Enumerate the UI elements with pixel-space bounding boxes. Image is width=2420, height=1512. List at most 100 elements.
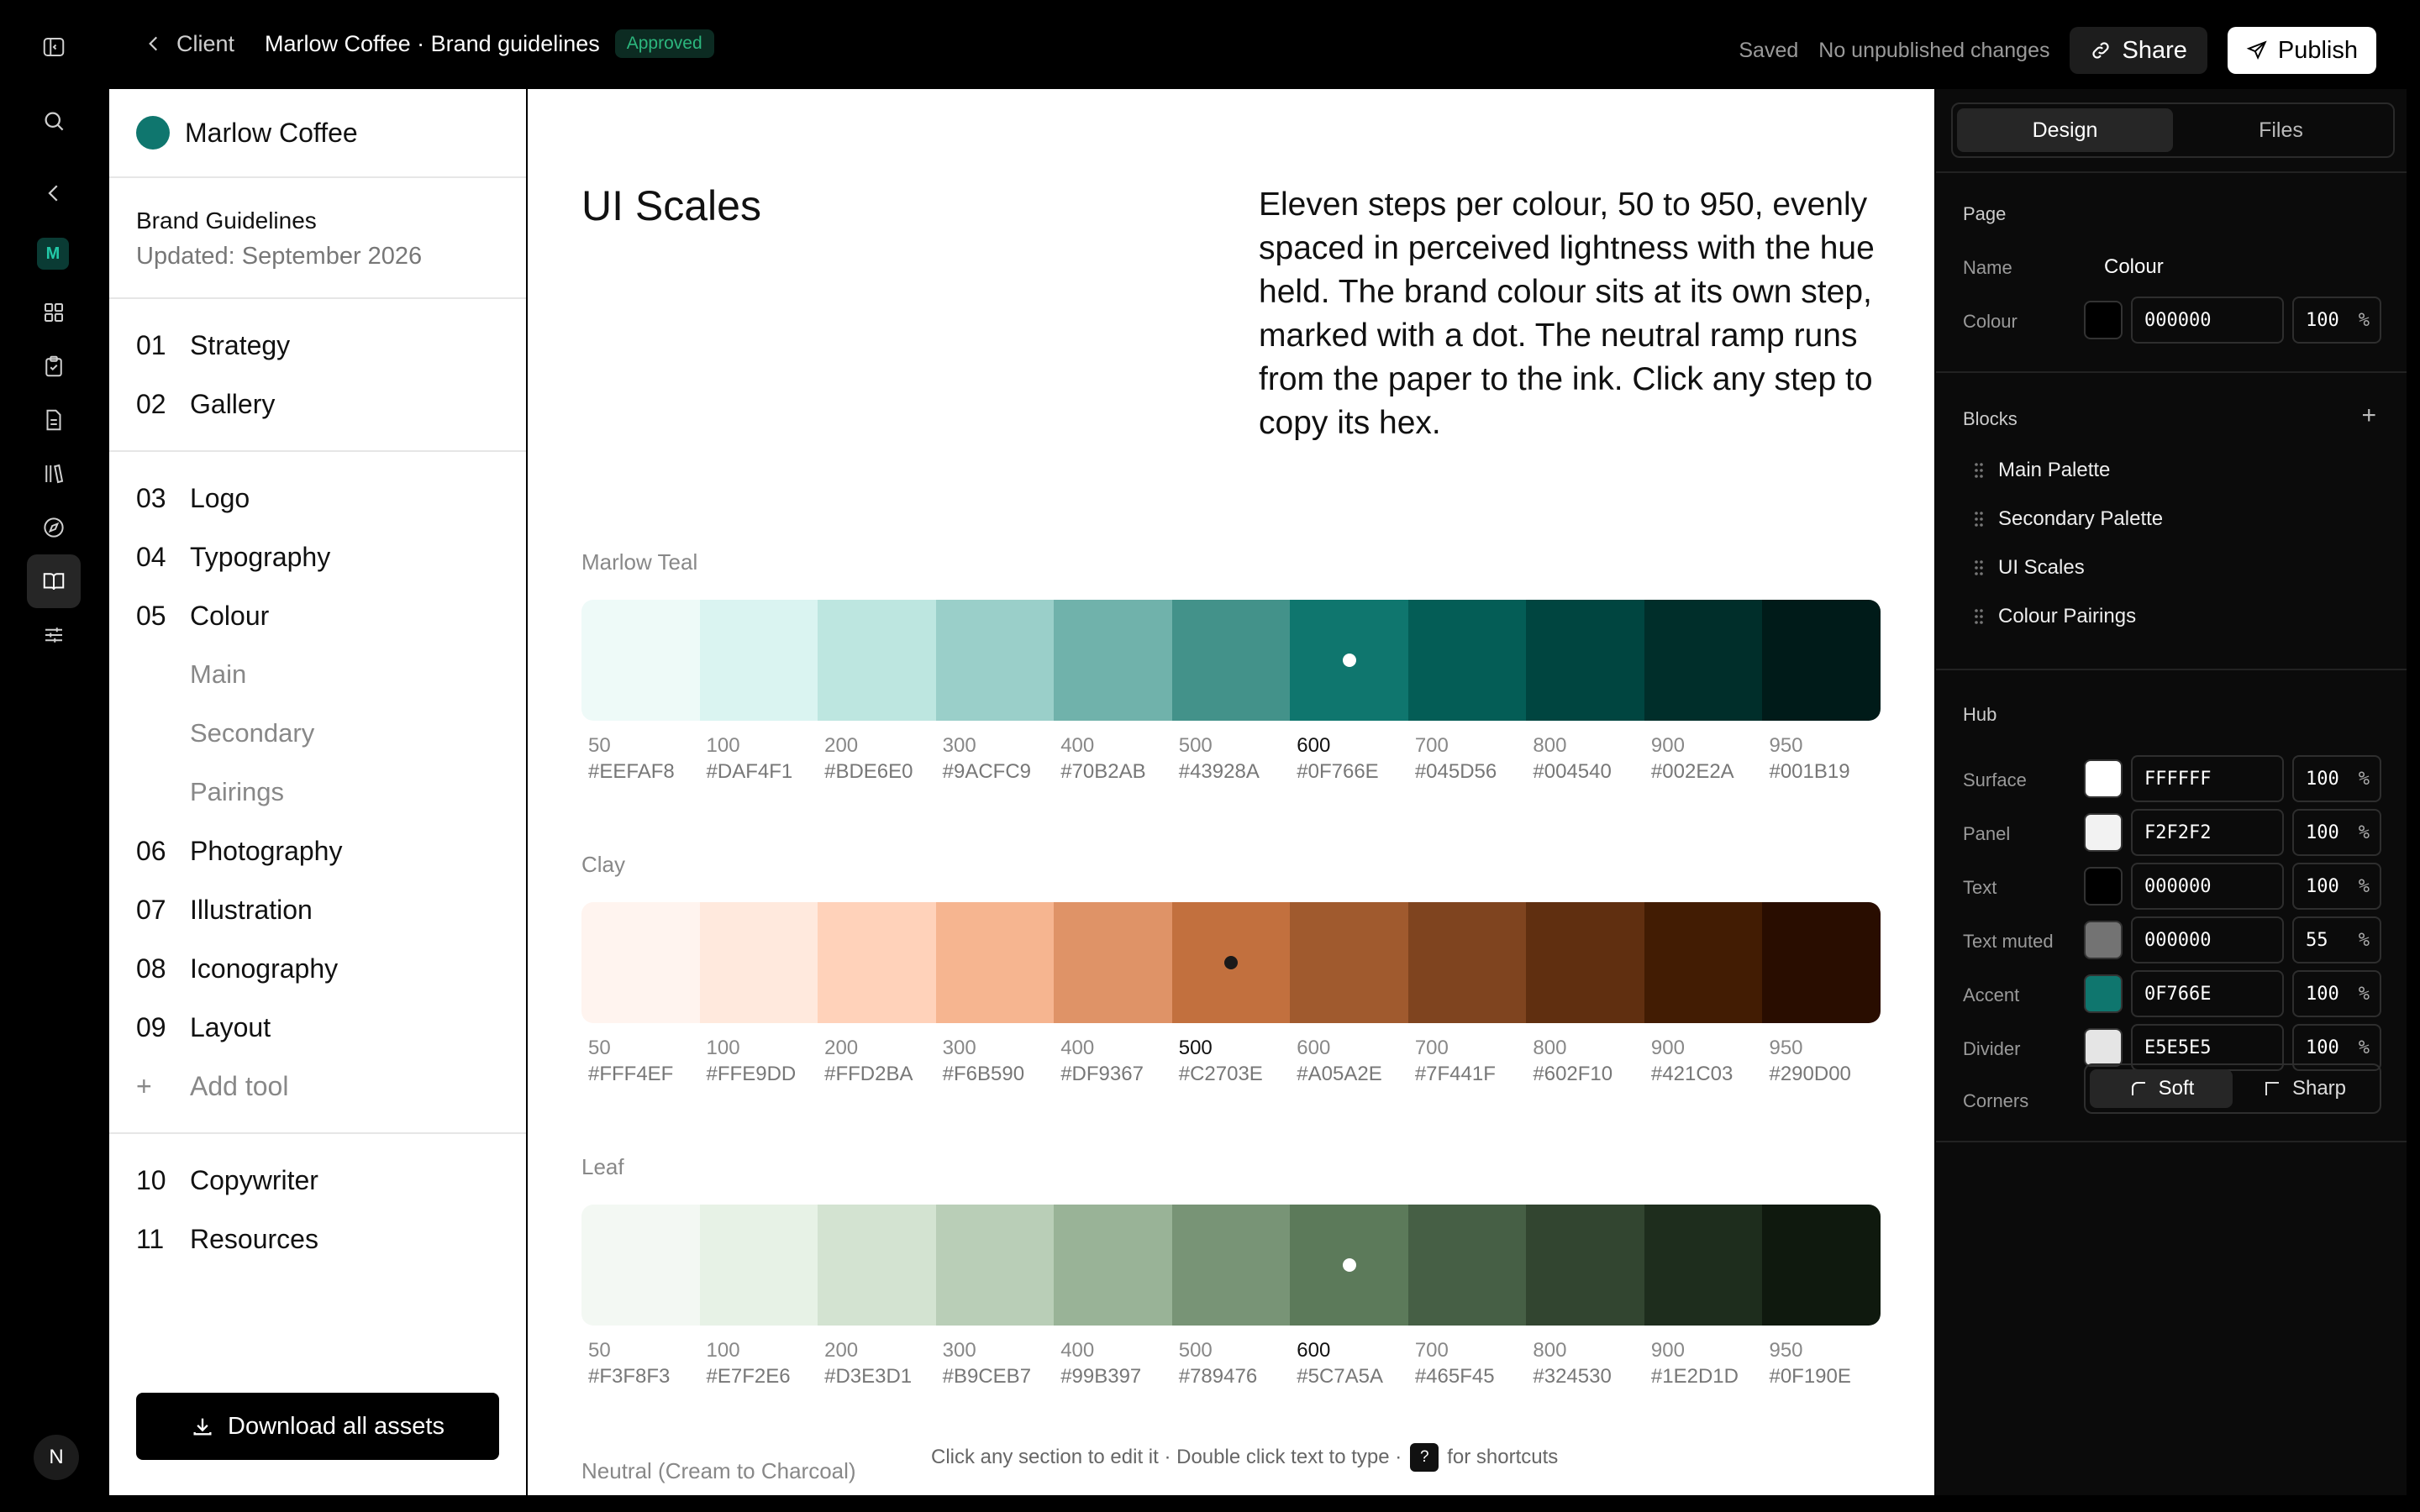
corners-soft-option[interactable]: Soft (2090, 1069, 2233, 1108)
color-swatch[interactable] (1526, 902, 1644, 1023)
color-swatch[interactable] (818, 902, 936, 1023)
compass-icon[interactable] (27, 501, 81, 554)
color-swatch[interactable] (935, 1205, 1055, 1326)
block-item[interactable]: Colour Pairings (1973, 605, 2136, 628)
nav-item-iconography[interactable]: 08 Iconography (109, 939, 526, 998)
hub-opacity-input[interactable]: 55% (2292, 916, 2381, 963)
page-name-value[interactable]: Colour (2104, 255, 2164, 279)
hub-opacity-input[interactable]: 100% (2292, 863, 2381, 910)
hub-swatch[interactable] (2084, 813, 2123, 852)
book-open-icon[interactable] (27, 554, 81, 608)
brand-header[interactable]: Marlow Coffee (109, 89, 526, 178)
block-item[interactable]: Main Palette (1973, 459, 2110, 482)
color-swatch[interactable] (1526, 600, 1644, 721)
hub-hex-input[interactable]: 000000 (2131, 863, 2284, 910)
color-swatch[interactable] (1644, 902, 1763, 1023)
block-item[interactable]: UI Scales (1973, 556, 2085, 580)
color-swatch[interactable] (1407, 902, 1527, 1023)
nav-item-photography[interactable]: 06 Photography (109, 822, 526, 880)
drag-handle-icon[interactable] (1973, 460, 1985, 480)
color-swatch[interactable] (581, 902, 700, 1023)
color-swatch[interactable] (581, 1205, 700, 1326)
page-canvas[interactable]: UI Scales Eleven steps per colour, 50 to… (528, 89, 1934, 1495)
workspace-badge[interactable]: M (37, 238, 69, 270)
nav-item-colour[interactable]: 05 Colour (109, 586, 526, 645)
color-swatch[interactable] (1407, 1205, 1527, 1326)
nav-sub-main[interactable]: Main (109, 645, 526, 704)
corners-sharp-option[interactable]: Sharp (2233, 1069, 2375, 1108)
drag-handle-icon[interactable] (1973, 606, 1985, 627)
nav-item-resources[interactable]: 11 Resources (109, 1210, 526, 1268)
nav-item-logo[interactable]: 03 Logo (109, 469, 526, 528)
share-button[interactable]: Share (2070, 27, 2207, 74)
tab-files[interactable]: Files (2173, 108, 2389, 152)
color-swatch[interactable] (935, 902, 1055, 1023)
hub-swatch[interactable] (2084, 867, 2123, 906)
search-icon[interactable] (27, 94, 81, 148)
clipboard-check-icon[interactable] (27, 339, 81, 393)
color-swatch[interactable] (1171, 1205, 1291, 1326)
color-swatch[interactable] (699, 902, 818, 1023)
color-swatch[interactable] (1054, 902, 1172, 1023)
hub-swatch[interactable] (2084, 974, 2123, 1013)
color-swatch[interactable] (1290, 600, 1408, 721)
hub-swatch[interactable] (2084, 759, 2123, 798)
color-swatch[interactable] (1171, 902, 1291, 1023)
color-swatch[interactable] (699, 600, 818, 721)
page-description[interactable]: Eleven steps per colour, 50 to 950, even… (1259, 183, 1897, 445)
hub-opacity-input[interactable]: 100% (2292, 809, 2381, 856)
nav-sub-pairings[interactable]: Pairings (109, 763, 526, 822)
shortcut-key[interactable]: ? (1410, 1443, 1439, 1472)
sidebar-toggle-icon[interactable] (27, 20, 81, 74)
library-icon[interactable] (27, 447, 81, 501)
color-swatch[interactable] (1054, 1205, 1172, 1326)
block-item[interactable]: Secondary Palette (1973, 507, 2163, 531)
colour-opacity-input[interactable]: 100% (2292, 297, 2381, 344)
hub-hex-input[interactable]: F2F2F2 (2131, 809, 2284, 856)
hub-opacity-input[interactable]: 100% (2292, 970, 2381, 1017)
hub-swatch[interactable] (2084, 921, 2123, 959)
color-swatch[interactable] (1762, 1205, 1881, 1326)
color-swatch[interactable] (1526, 1205, 1644, 1326)
nav-item-copywriter[interactable]: 10 Copywriter (109, 1151, 526, 1210)
hub-opacity-input[interactable]: 100% (2292, 755, 2381, 802)
drag-handle-icon[interactable] (1973, 509, 1985, 529)
nav-item-layout[interactable]: 09 Layout (109, 998, 526, 1057)
color-swatch[interactable] (1762, 902, 1881, 1023)
color-swatch[interactable] (1644, 600, 1763, 721)
hub-hex-input[interactable]: 0F766E (2131, 970, 2284, 1017)
color-swatch[interactable] (1290, 1205, 1408, 1326)
color-swatch[interactable] (1171, 600, 1291, 721)
publish-button[interactable]: Publish (2227, 27, 2376, 74)
color-swatch[interactable] (818, 600, 936, 721)
page-title[interactable]: UI Scales (581, 181, 761, 230)
color-swatch[interactable] (1290, 902, 1408, 1023)
colour-swatch[interactable] (2084, 301, 2123, 339)
color-swatch[interactable] (1762, 600, 1881, 721)
hub-swatch[interactable] (2084, 1028, 2123, 1067)
chevron-left-icon[interactable] (27, 166, 81, 220)
tab-design[interactable]: Design (1957, 108, 2173, 152)
document-icon[interactable] (27, 393, 81, 447)
color-swatch[interactable] (699, 1205, 818, 1326)
add-block-button[interactable]: + (2361, 402, 2376, 430)
hub-hex-input[interactable]: 000000 (2131, 916, 2284, 963)
color-swatch[interactable] (1054, 600, 1172, 721)
color-swatch[interactable] (1644, 1205, 1763, 1326)
add-tool-button[interactable]: + Add tool (109, 1057, 526, 1116)
nav-item-gallery[interactable]: 02 Gallery (109, 375, 526, 433)
color-swatch[interactable] (935, 600, 1055, 721)
back-to-client-link[interactable]: Client (143, 31, 234, 57)
nav-item-strategy[interactable]: 01 Strategy (109, 316, 526, 375)
color-swatch[interactable] (581, 600, 700, 721)
color-swatch[interactable] (818, 1205, 936, 1326)
user-avatar[interactable]: N (34, 1435, 79, 1480)
nav-item-illustration[interactable]: 07 Illustration (109, 880, 526, 939)
grid-icon[interactable] (27, 286, 81, 339)
hub-hex-input[interactable]: FFFFFF (2131, 755, 2284, 802)
nav-sub-secondary[interactable]: Secondary (109, 704, 526, 763)
colour-hex-input[interactable]: 000000 (2131, 297, 2284, 344)
drag-handle-icon[interactable] (1973, 558, 1985, 578)
color-swatch[interactable] (1407, 600, 1527, 721)
sliders-icon[interactable] (27, 608, 81, 662)
